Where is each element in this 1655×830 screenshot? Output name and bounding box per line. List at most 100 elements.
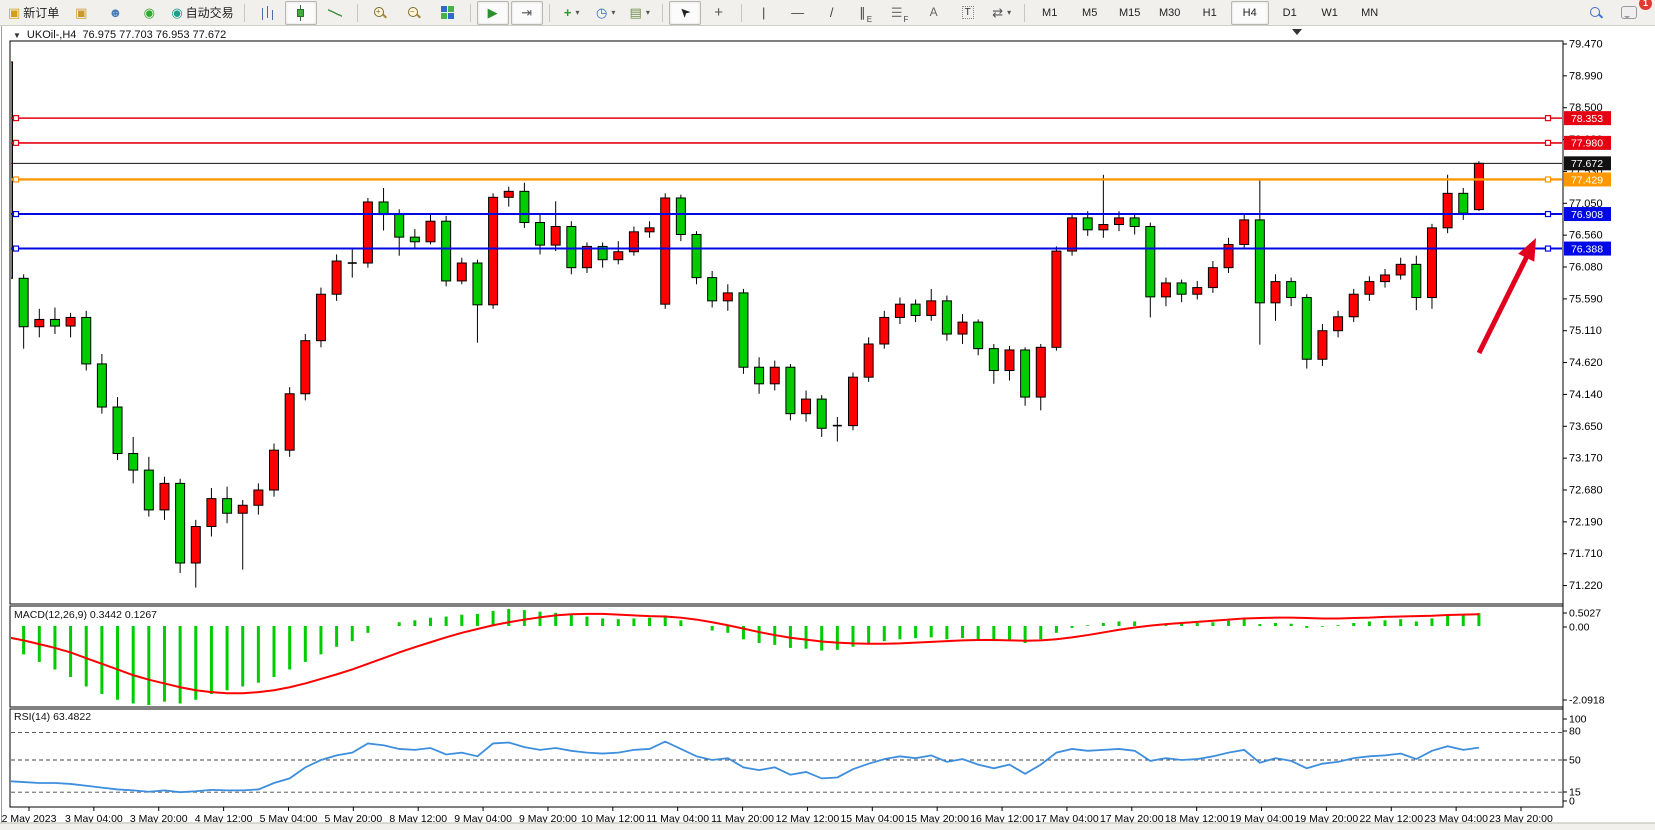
svg-text:73.650: 73.650 <box>1569 421 1603 433</box>
timeframe-mn-button[interactable]: MN <box>1351 1 1389 25</box>
dropdown-caret: ▾ <box>646 8 650 17</box>
crosshair-icon: + <box>714 6 723 19</box>
autotrade-label: 自动交易 <box>186 4 234 21</box>
notifications-button[interactable]: 1 <box>1613 1 1645 25</box>
search-button[interactable] <box>1579 1 1611 25</box>
text-label-tool[interactable]: T <box>952 1 984 25</box>
vertical-line-tool[interactable]: | <box>748 1 780 25</box>
arrows-tool[interactable]: ⇄ ▾ <box>986 1 1018 25</box>
tile-windows-button[interactable] <box>432 1 464 25</box>
globe-icon: ◉ <box>171 6 182 19</box>
signals-button[interactable]: ◉ <box>133 1 165 25</box>
candlestick-icon <box>296 5 305 21</box>
search-icon <box>1588 5 1603 20</box>
bar-chart-icon <box>261 6 273 20</box>
add-indicator-button[interactable]: + ▾ <box>556 1 588 25</box>
timeframe-m1-button[interactable]: M1 <box>1031 1 1069 25</box>
periods-button[interactable]: ◷ ▾ <box>590 1 622 25</box>
timeframe-m15-button[interactable]: M15 <box>1111 1 1149 25</box>
line-handle[interactable] <box>1546 116 1551 121</box>
svg-text:78.353: 78.353 <box>1571 113 1603 125</box>
zoom-in-icon: + <box>373 6 387 20</box>
tile-windows-icon <box>441 6 454 19</box>
line-handle[interactable] <box>1546 140 1551 145</box>
svg-text:0.5027: 0.5027 <box>1569 608 1601 620</box>
svg-text:71.220: 71.220 <box>1569 580 1603 592</box>
candlestick-chart-button[interactable] <box>285 1 317 25</box>
svg-text:100: 100 <box>1569 714 1587 726</box>
line-handle[interactable] <box>14 116 19 121</box>
svg-text:74.620: 74.620 <box>1569 357 1603 369</box>
line-chart-button[interactable] <box>319 1 351 25</box>
template-icon: ▤ <box>630 6 642 19</box>
market-watch-button[interactable]: ▣ <box>65 1 97 25</box>
auto-scroll-icon: ▶ <box>488 6 498 19</box>
svg-text:76.080: 76.080 <box>1569 262 1603 274</box>
svg-text:73.170: 73.170 <box>1569 453 1603 465</box>
dropdown-caret: ▾ <box>1007 8 1011 17</box>
channel-sub-label: E <box>867 15 872 24</box>
separator <box>470 4 471 22</box>
autotrade-button[interactable]: ◉ 自动交易 <box>167 1 237 25</box>
fibonacci-sub-label: F <box>904 15 909 24</box>
timeframe-h1-button[interactable]: H1 <box>1191 1 1229 25</box>
channel-tool[interactable]: ∥ E <box>850 1 882 25</box>
separator <box>662 4 663 22</box>
bar-chart-button[interactable] <box>251 1 283 25</box>
gold-box-icon: ▣ <box>75 6 87 19</box>
line-handle[interactable] <box>14 177 19 182</box>
zoom-out-button[interactable]: − <box>398 1 430 25</box>
horizontal-line-tool[interactable]: — <box>782 1 814 25</box>
auto-scroll-button[interactable]: ▶ <box>477 1 509 25</box>
line-handle[interactable] <box>14 140 19 145</box>
new-order-icon: ▣ <box>8 6 20 19</box>
trendline-icon: / <box>830 6 834 19</box>
separator <box>1024 4 1025 22</box>
hline-icon: — <box>791 6 804 19</box>
line-handle[interactable] <box>1546 246 1551 251</box>
chart-symbol-period: UKOil-,H4 <box>27 29 77 41</box>
chat-bubble-icon <box>1621 6 1637 19</box>
rsi-indicator-label: RSI(14) 63.4822 <box>14 711 91 723</box>
svg-text:74.140: 74.140 <box>1569 389 1603 401</box>
timeframe-w1-button[interactable]: W1 <box>1311 1 1349 25</box>
cursor-tool-button[interactable]: ➤ <box>669 1 701 25</box>
timeframe-d1-button[interactable]: D1 <box>1271 1 1309 25</box>
new-order-button[interactable]: ▣ 新订单 <box>4 1 63 25</box>
chart-area[interactable]: 79.47078.99078.50078.02077.53077.05076.5… <box>0 26 1655 830</box>
svg-text:78.990: 78.990 <box>1569 70 1603 82</box>
svg-text:76.908: 76.908 <box>1571 209 1603 221</box>
svg-text:71.710: 71.710 <box>1569 548 1603 560</box>
timeframe-group: M1M5M15M30H1H4D1W1MN <box>1031 1 1389 25</box>
line-handle[interactable] <box>14 246 19 251</box>
timeframe-m30-button[interactable]: M30 <box>1151 1 1189 25</box>
profile-button[interactable]: ☻ <box>99 1 131 25</box>
dropdown-caret: ▾ <box>611 8 615 17</box>
arrows-tool-icon: ⇄ <box>992 6 1003 19</box>
svg-text:75.590: 75.590 <box>1569 293 1603 305</box>
chart-title: ▼ UKOil-,H4 76.975 77.703 76.953 77.672 <box>13 29 226 41</box>
svg-text:50: 50 <box>1569 755 1581 767</box>
chart-shift-button[interactable]: ⇥ <box>511 1 543 25</box>
svg-text:79.470: 79.470 <box>1569 39 1603 51</box>
signal-icon: ◉ <box>144 6 155 19</box>
collapse-triangle-icon[interactable]: ▼ <box>13 31 21 40</box>
line-handle[interactable] <box>14 212 19 217</box>
timeframe-m5-button[interactable]: M5 <box>1071 1 1109 25</box>
clock-icon: ◷ <box>596 6 607 19</box>
text-tool-icon: A <box>930 6 938 19</box>
dropdown-caret: ▾ <box>575 8 579 17</box>
line-handle[interactable] <box>1546 212 1551 217</box>
trendline-tool[interactable]: / <box>816 1 848 25</box>
templates-button[interactable]: ▤ ▾ <box>624 1 656 25</box>
line-handle[interactable] <box>1546 177 1551 182</box>
fibonacci-tool[interactable]: ☰ F <box>884 1 916 25</box>
crosshair-tool-button[interactable]: + <box>703 1 735 25</box>
svg-text:77.429: 77.429 <box>1571 174 1603 186</box>
svg-text:77.672: 77.672 <box>1571 158 1603 170</box>
profile-icon: ☻ <box>108 6 122 19</box>
text-tool[interactable]: A <box>918 1 950 25</box>
zoom-in-button[interactable]: + <box>364 1 396 25</box>
macd-indicator-label: MACD(12,26,9) 0.3442 0.1267 <box>14 609 157 621</box>
timeframe-h4-button[interactable]: H4 <box>1231 1 1269 25</box>
